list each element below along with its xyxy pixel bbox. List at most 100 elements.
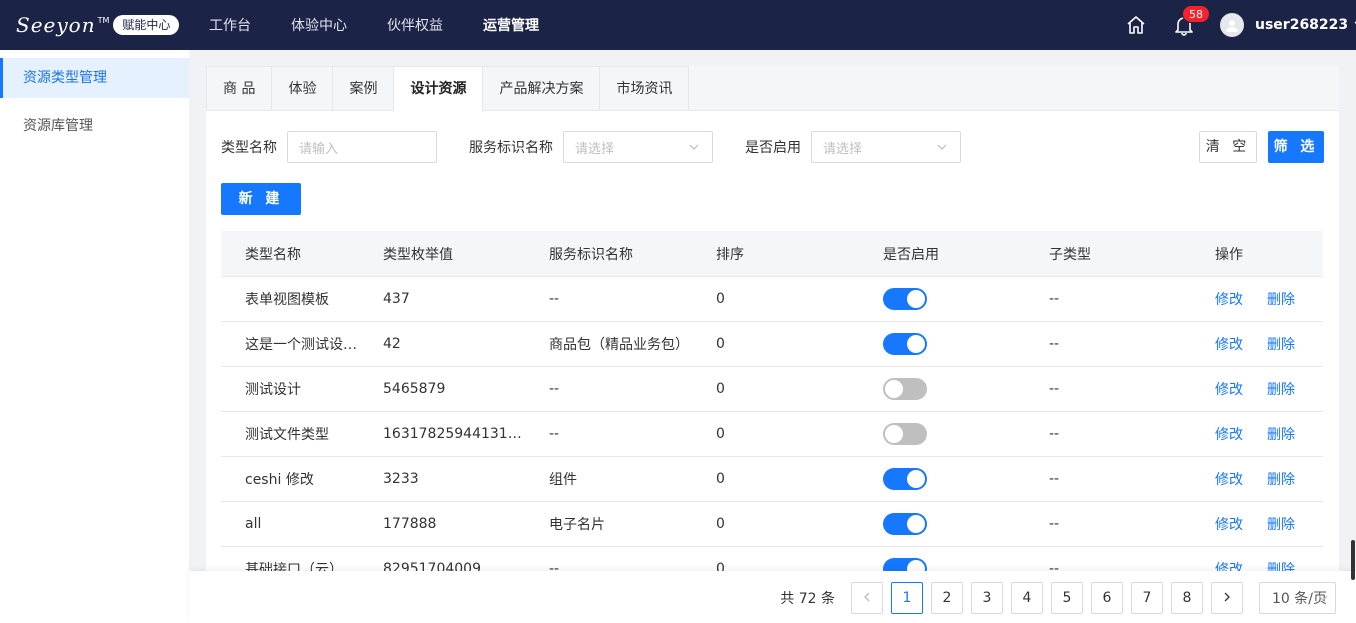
tab-experience[interactable]: 体验	[272, 66, 334, 110]
table-row: 测试设计 5465879 -- 0 -- 修改 删除	[221, 367, 1323, 412]
column-header: 是否启用	[883, 246, 939, 263]
cell-type-name: all	[245, 516, 262, 532]
clear-button[interactable]: 清 空	[1199, 131, 1257, 163]
enabled-toggle[interactable]	[883, 333, 927, 355]
chevron-down-icon	[936, 141, 948, 157]
page-size-select[interactable]: 10 条/页	[1259, 582, 1336, 614]
toggle-knob	[907, 515, 925, 533]
cell-actions: 修改 删除	[1191, 514, 1323, 534]
page-number-button[interactable]: 8	[1171, 582, 1203, 614]
page-number-button[interactable]: 2	[931, 582, 963, 614]
cell-enum-value: 177888	[383, 516, 437, 532]
user-menu[interactable]: user268223	[1220, 13, 1356, 37]
sidebar-item-resource-type[interactable]: 资源类型管理	[0, 58, 189, 98]
cell-actions: 修改 删除	[1191, 379, 1323, 399]
cell-type-name: 测试文件类型	[245, 427, 329, 443]
avatar	[1220, 13, 1244, 37]
table-row: ceshi 修改 3233 组件 0 -- 修改 删除	[221, 457, 1323, 502]
column-header: 排序	[716, 246, 744, 263]
cell-subtype: --	[1049, 291, 1060, 307]
enabled-toggle[interactable]	[883, 423, 927, 445]
home-icon[interactable]	[1124, 13, 1148, 37]
edit-link[interactable]: 修改	[1215, 469, 1243, 489]
table-row: 表单视图模板 437 -- 0 -- 修改 删除	[221, 277, 1323, 322]
page-numbers: 12345678	[883, 582, 1203, 614]
enabled-label: 是否启用	[745, 140, 801, 156]
nav-item-partner-rights[interactable]: 伙伴权益	[387, 15, 443, 35]
cell-type-name: 表单视图模板	[245, 292, 329, 308]
cell-service-name: --	[549, 291, 560, 307]
logo[interactable]: Seeyon TM 赋能中心	[16, 13, 194, 37]
delete-link[interactable]: 删除	[1267, 424, 1295, 444]
sidebar-item-resource-library[interactable]: 资源库管理	[0, 106, 189, 146]
tab-cases[interactable]: 案例	[333, 66, 395, 110]
cell-enum-value: 437	[383, 291, 410, 307]
page-number-button[interactable]: 1	[891, 582, 923, 614]
cell-actions: 修改 删除	[1191, 424, 1323, 444]
service-placeholder: 请选择	[575, 141, 615, 157]
pagination-bar: 共 72 条 12345678 10 条/页	[189, 571, 1356, 623]
sidebar: 资源类型管理 资源库管理	[0, 50, 189, 623]
enabled-toggle[interactable]	[883, 513, 927, 535]
table-row: 这是一个测试设计资源 42 商品包（精品业务包） 0 -- 修改 删除	[221, 322, 1323, 367]
cell-service-name: 组件	[549, 472, 577, 488]
logo-tm: TM	[97, 15, 110, 25]
delete-link[interactable]: 删除	[1267, 514, 1295, 534]
nav-item-experience-center[interactable]: 体验中心	[291, 15, 347, 35]
edit-link[interactable]: 修改	[1215, 379, 1243, 399]
edit-link[interactable]: 修改	[1215, 424, 1243, 444]
scrollbar[interactable]	[1351, 540, 1355, 580]
delete-link[interactable]: 删除	[1267, 334, 1295, 354]
table-header: 类型名称 类型枚举值 服务标识名称 排序 是否启用 子类型 操作	[221, 231, 1323, 277]
delete-link[interactable]: 删除	[1267, 469, 1295, 489]
prev-page-button[interactable]	[851, 582, 883, 614]
enabled-toggle[interactable]	[883, 288, 927, 310]
service-select[interactable]: 请选择	[563, 131, 713, 163]
cell-enum-value: 42	[383, 336, 401, 352]
cell-enabled	[859, 423, 1025, 445]
nav-item-workbench[interactable]: 工作台	[209, 15, 251, 35]
enabled-toggle[interactable]	[883, 378, 927, 400]
cell-enabled	[859, 513, 1025, 535]
new-button[interactable]: 新 建	[221, 183, 301, 215]
cell-order: 0	[716, 381, 725, 397]
tab-design-resources[interactable]: 设计资源	[394, 66, 484, 112]
cell-subtype: --	[1049, 471, 1060, 487]
page-number-button[interactable]: 5	[1051, 582, 1083, 614]
chevron-down-icon	[1317, 592, 1329, 608]
toggle-knob	[907, 290, 925, 308]
delete-link[interactable]: 删除	[1267, 289, 1295, 309]
enabled-select[interactable]: 请选择	[811, 131, 961, 163]
cell-subtype: --	[1049, 516, 1060, 532]
column-header: 服务标识名称	[549, 246, 633, 263]
delete-link[interactable]: 删除	[1267, 379, 1295, 399]
filter-button[interactable]: 筛 选	[1268, 131, 1324, 163]
page-number-button[interactable]: 3	[971, 582, 1003, 614]
pagination: 共 72 条 12345678 10 条/页	[780, 582, 1336, 614]
page-number-button[interactable]: 6	[1091, 582, 1123, 614]
toggle-knob	[907, 335, 925, 353]
edit-link[interactable]: 修改	[1215, 514, 1243, 534]
cell-enabled	[859, 468, 1025, 490]
enabled-toggle[interactable]	[883, 468, 927, 490]
type-name-placeholder: 请输入	[299, 141, 339, 157]
cell-enabled	[859, 378, 1025, 400]
tab-market-news[interactable]: 市场资讯	[600, 66, 690, 110]
chevron-down-icon	[688, 141, 700, 157]
type-name-input[interactable]: 请输入	[287, 131, 437, 163]
column-header: 操作	[1215, 246, 1243, 263]
next-page-button[interactable]	[1211, 582, 1243, 614]
edit-link[interactable]: 修改	[1215, 289, 1243, 309]
cell-actions: 修改 删除	[1191, 334, 1323, 354]
notification-badge: 58	[1182, 5, 1210, 23]
page-number-button[interactable]: 4	[1011, 582, 1043, 614]
cell-actions: 修改 删除	[1191, 469, 1323, 489]
table-row: 测试文件类型 163178259441310000 -- 0 -- 修改 删除	[221, 412, 1323, 457]
nav-item-operations[interactable]: 运营管理	[483, 15, 539, 35]
page-number-button[interactable]: 7	[1131, 582, 1163, 614]
cell-subtype: --	[1049, 336, 1060, 352]
logo-badge: 赋能中心	[113, 15, 180, 35]
tab-product-solutions[interactable]: 产品解决方案	[483, 66, 601, 110]
edit-link[interactable]: 修改	[1215, 334, 1243, 354]
tab-goods[interactable]: 商 品	[206, 66, 273, 110]
